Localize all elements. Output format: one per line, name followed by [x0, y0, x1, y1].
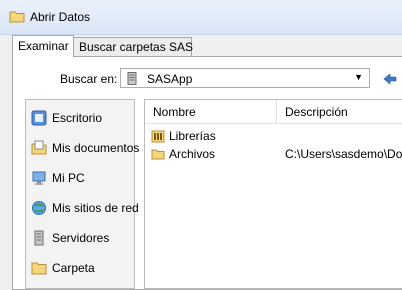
- places-bar: Escritorio Mis documentos Mi PC Mis siti…: [25, 99, 139, 289]
- library-icon: [151, 130, 165, 143]
- server-icon: [34, 230, 44, 246]
- item-name: Librerías: [169, 129, 216, 143]
- column-header-descripcion[interactable]: Descripción: [277, 100, 402, 124]
- tab-buscar-carpetas-sas[interactable]: Buscar carpetas SAS: [73, 37, 193, 56]
- file-list[interactable]: Nombre Descripción Librerías Archivos C:…: [144, 99, 402, 289]
- place-label: Mi PC: [52, 171, 85, 185]
- lookin-label: Buscar en:: [60, 72, 118, 86]
- documents-icon: [31, 140, 47, 155]
- place-label: Carpeta: [52, 261, 95, 275]
- desktop-icon: [31, 110, 47, 126]
- folder-icon: [151, 149, 165, 160]
- folder-icon: [31, 262, 47, 275]
- place-label: Mis sitios de red: [52, 201, 139, 215]
- place-label: Servidores: [52, 231, 110, 245]
- computer-icon: [32, 171, 46, 185]
- tab-examinar[interactable]: Examinar: [12, 35, 74, 57]
- back-arrow-icon[interactable]: [382, 72, 398, 86]
- window-title: Abrir Datos: [30, 10, 91, 24]
- network-icon: [32, 201, 46, 215]
- item-name: Archivos: [169, 147, 216, 161]
- place-label: Escritorio: [52, 111, 103, 125]
- column-header-nombre[interactable]: Nombre: [145, 100, 277, 124]
- lookin-value: SASApp: [147, 72, 193, 86]
- server-icon: [127, 72, 137, 85]
- title-bar: Abrir Datos: [0, 0, 402, 35]
- chevron-down-icon: ▼: [354, 72, 363, 82]
- lookin-dropdown[interactable]: SASApp ▼: [120, 68, 370, 88]
- item-description: C:\Users\sasdemo\Docu: [285, 147, 402, 161]
- folder-icon: [9, 11, 25, 23]
- place-label: Mis documentos: [52, 141, 140, 155]
